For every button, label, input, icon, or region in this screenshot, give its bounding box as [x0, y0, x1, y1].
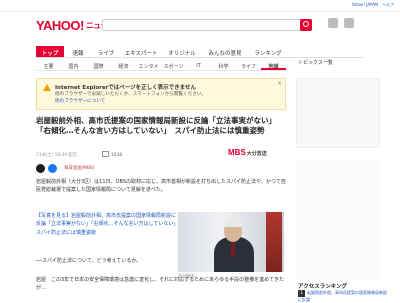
ad-slot[interactable] [296, 78, 380, 148]
header-icons [328, 18, 354, 28]
category-nav: 主要 国内 国際 経済 エンタメ スポーツ IT 科学 ライフ 地域 [36, 60, 286, 71]
tab-science[interactable]: 科学 [211, 60, 236, 70]
nav-item-ranking[interactable]: ランキング [248, 46, 288, 57]
comment-count-button[interactable]: 1038 [102, 151, 122, 158]
search-input[interactable] [102, 19, 302, 31]
notice-link[interactable]: 他のブラウザーについて [55, 98, 105, 104]
nav-item-expert[interactable]: エキスパート [120, 46, 162, 57]
notice-title: Internet Explorerではページを正しく表示できません [55, 85, 197, 91]
photo-person-hair [224, 218, 242, 227]
tab-international[interactable]: 国際 [86, 60, 111, 70]
nav-item-original[interactable]: オリジナル [162, 46, 202, 57]
article-question: ──スパイ防止法について、どう考えているか。 [36, 258, 142, 264]
ad-slot-2[interactable] [296, 160, 380, 280]
tab-domestic[interactable]: 国内 [61, 60, 86, 70]
notification-icon[interactable] [328, 18, 338, 28]
main-nav: トップ 速報 ライブ エキスパート オリジナル みんなの意見 ランキング [36, 46, 364, 58]
tab-life[interactable]: ライフ [236, 60, 261, 70]
help-link[interactable]: ヘルプ [382, 2, 394, 8]
search-icon[interactable] [300, 19, 312, 31]
ranking-title: アクセスランキング [298, 284, 348, 290]
notice-text: 他のブラウザーでお試しいただくか、スマートフォンから閲覧ください。 [55, 92, 207, 97]
article-headline: 岩屋毅前外相、高市氏提案の国家情報局新設に反論「立法事実がない」「右傾化…そんな… [36, 116, 276, 136]
tab-economy[interactable]: 経済 [111, 60, 136, 70]
tab-sports[interactable]: スポーツ [161, 60, 186, 70]
topics-list-link[interactable]: トピックス一覧 [298, 59, 333, 66]
facebook-share-icon[interactable] [48, 164, 57, 173]
utility-links: Yahoo! JAPAN ヘルプ [352, 2, 394, 8]
nav-item-top[interactable]: トップ [36, 46, 64, 57]
user-icon[interactable] [344, 18, 354, 28]
close-icon[interactable]: × [277, 80, 282, 87]
tab-it[interactable]: IT [186, 60, 211, 70]
ranking-item[interactable]: 岩屋毅前外相、高市氏提案の国家情報局新設に反論 [298, 290, 387, 302]
media-logo: MBS大分放送 [228, 148, 267, 157]
related-photo-link[interactable]: 【写真を見る】岩屋毅前外相、高市氏提案の国家情報局新設に反論「立法事実がない」「… [36, 212, 181, 237]
article-source[interactable]: 毎日放送(MBS) [64, 165, 95, 171]
ranking-list: 1 岩屋毅前外相、高市氏提案の国家情報局新設に反論 [298, 290, 388, 303]
yahoo-japan-link[interactable]: Yahoo! JAPAN [352, 2, 378, 8]
photo-person-tie [231, 243, 235, 257]
nav-item-breaking[interactable]: 速報 [64, 46, 92, 57]
tab-main[interactable]: 主要 [36, 60, 61, 70]
tab-entertainment[interactable]: エンタメ [136, 60, 161, 70]
article-paragraph: 岩屋毅前外相（大分3区）は11日、OBSの取材に応じ、高市首相が新設を打ち出した… [36, 179, 286, 194]
utility-bar: Yahoo! JAPAN ヘルプ [0, 0, 400, 12]
article-timestamp: 11/8(土) 18:49 配信 [36, 153, 78, 158]
tab-region[interactable]: 地域 [261, 60, 286, 70]
nav-item-live[interactable]: ライブ [92, 46, 120, 57]
article-photo[interactable] [178, 212, 284, 272]
article-paragraph-2: 岩屋 この3年で日本の安全保障環境は急激に変化し、それに対応するためにあらゆる手… [36, 277, 285, 292]
x-share-icon[interactable] [36, 164, 45, 173]
warning-icon [43, 84, 51, 91]
share-buttons [36, 164, 57, 173]
site-header: YAHOO! ニュース [0, 12, 400, 36]
photo-flag [266, 212, 282, 272]
nav-item-opinion[interactable]: みんなの意見 [202, 46, 248, 57]
rank-number: 1 [298, 290, 305, 297]
browser-notice: Internet Explorerではページを正しく表示できません 他のブラウザ… [36, 78, 286, 110]
